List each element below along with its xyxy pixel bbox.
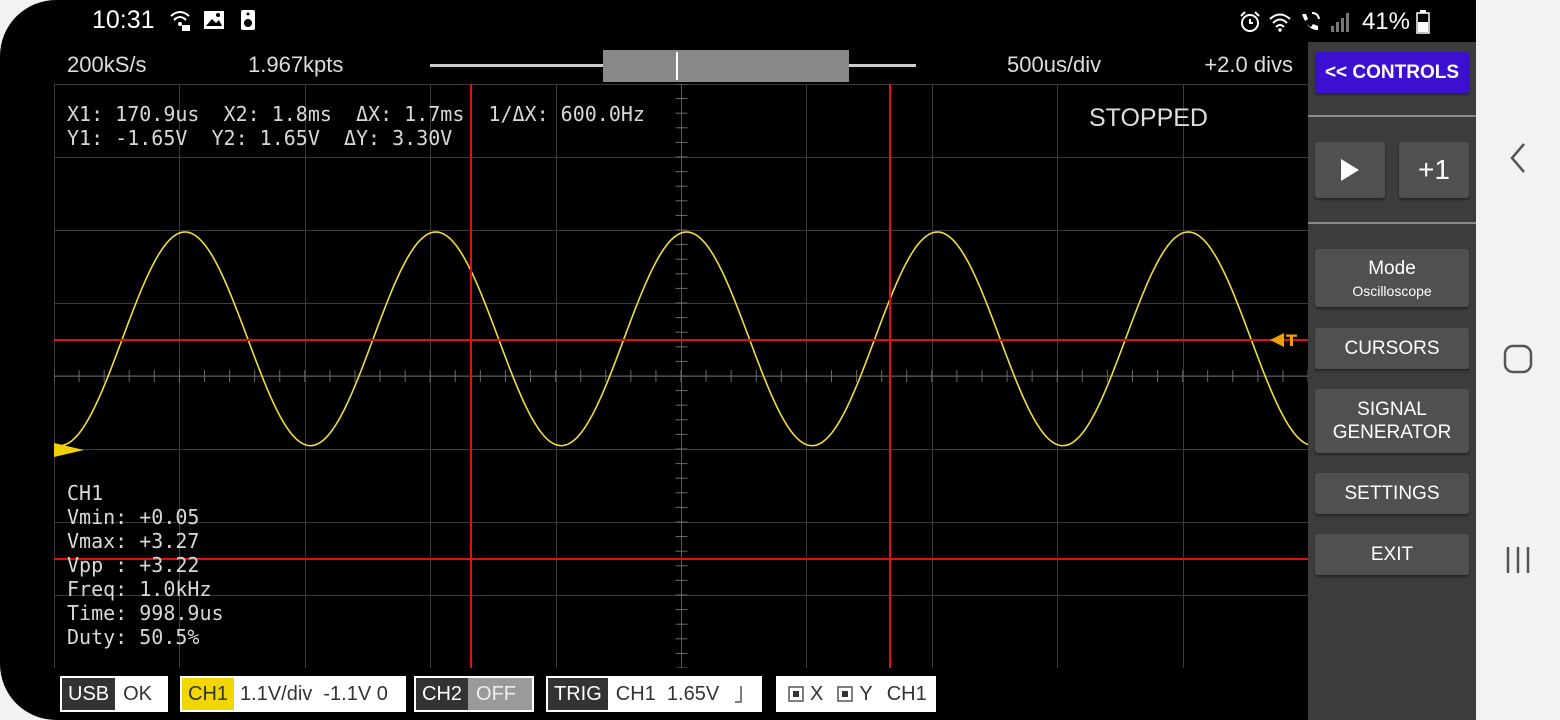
run-button[interactable] [1315, 142, 1385, 198]
measure-time: Time: 998.9us [67, 601, 224, 625]
point-count: 1.967kpts [248, 52, 344, 77]
cursors-button[interactable]: CURSORS [1315, 328, 1469, 369]
measure-freq: Freq: 1.0kHz [67, 577, 212, 601]
home-icon [1503, 344, 1533, 374]
nav-back-button[interactable] [1476, 142, 1560, 174]
cursor-readout-x: X1: 170.9us X2: 1.8ms ΔX: 1.7ms 1/ΔX: 60… [67, 102, 645, 126]
mode-label: Mode [1368, 257, 1416, 279]
wifi-icon [1269, 13, 1291, 32]
settings-button[interactable]: SETTINGS [1315, 473, 1469, 514]
controls-toggle-button[interactable]: << CONTROLS [1315, 52, 1469, 93]
image-icon [204, 11, 224, 29]
back-icon [1510, 143, 1525, 173]
trigger-settings[interactable]: TRIG CH1 1.65V [546, 676, 762, 712]
cursor-readout: X1: 170.9us X2: 1.8ms ΔX: 1.7ms 1/ΔX: 60… [67, 102, 645, 150]
mode-button[interactable]: Mode Oscilloscope [1315, 249, 1469, 307]
ch1-ground-marker[interactable] [54, 443, 84, 457]
measure-vmin: Vmin: +0.05 [67, 505, 200, 529]
channel-bar: USB OK CH1 1.1V/div -1.1V 0 CH2 OFF TRIG… [0, 676, 1308, 714]
play-icon [1341, 159, 1359, 181]
cursor-readout-y: Y1: -1.65V Y2: 1.65V ΔY: 3.30V [67, 126, 453, 150]
measurements: CH1 Vmin: +0.05 Vmax: +3.27 Vpp : +3.22 Freq… [67, 481, 224, 649]
xy-channel: CH1 [886, 682, 927, 705]
ch1-value: 1.1V/div -1.1V 0 [240, 682, 388, 705]
recents-icon [1506, 547, 1530, 573]
measure-vmax: Vmax: +3.27 [67, 529, 200, 553]
timebase: 500us/div [1007, 52, 1102, 77]
divider [1308, 222, 1476, 224]
horizontal-offset: +2.0 divs [1204, 52, 1293, 77]
ch2-label: CH2 [416, 678, 469, 710]
center-axes [54, 84, 1308, 668]
exit-button[interactable]: EXIT [1315, 534, 1469, 575]
mode-value: Oscilloscope [1352, 282, 1432, 299]
scroll-bar[interactable] [430, 50, 916, 84]
single-shot-button[interactable]: +1 [1399, 142, 1469, 198]
measure-duty: Duty: 50.5% [67, 625, 200, 649]
usb-status: USB OK [60, 676, 168, 712]
scroll-thumb[interactable] [603, 50, 849, 82]
xy-settings[interactable]: X Y CH1 [776, 676, 936, 712]
measure-vpp: Vpp : +3.22 [67, 553, 200, 577]
signal-generator-button[interactable]: SIGNAL GENERATOR [1315, 389, 1469, 453]
battery-icon [1416, 10, 1430, 34]
speaker-icon [241, 10, 255, 30]
nav-recents-button[interactable] [1476, 545, 1560, 575]
battery-percent: 41% [1361, 8, 1410, 35]
ch2-settings[interactable]: CH2 OFF [414, 676, 534, 712]
divider [1308, 115, 1476, 117]
y-checkbox-icon[interactable] [837, 686, 854, 702]
measure-channel: CH1 [67, 481, 104, 505]
run-state: STOPPED [1088, 104, 1208, 132]
signal-generator-line1: SIGNAL [1357, 399, 1427, 420]
svg-text:T: T [1286, 331, 1297, 350]
status-time: 10:31 [92, 6, 155, 34]
signal-icon [1330, 13, 1349, 32]
trig-value: CH1 1.65V [615, 682, 720, 705]
x-checkbox-icon[interactable] [788, 686, 804, 702]
controls-panel: << CONTROLS +1 Mode Oscilloscope CURSORS… [1308, 42, 1476, 720]
scope-display[interactable]: T [54, 84, 1308, 668]
trigger-marker[interactable]: T [1270, 331, 1297, 350]
x-label: X [810, 682, 824, 705]
nav-home-button[interactable] [1476, 344, 1560, 374]
wifi-call-icon [1301, 12, 1320, 31]
usb-value: OK [123, 682, 153, 705]
acquisition-bar: 200kS/s 1.967kpts 500us/div +2.0 divs [54, 42, 1308, 84]
trig-label: TRIG [548, 678, 608, 710]
wifi-share-icon [170, 11, 190, 31]
phone-screen: 10:31 41% 200kS/s 1.967kpts 500us/div +2… [0, 0, 1476, 720]
signal-generator-line2: GENERATOR [1332, 422, 1452, 443]
rising-edge-icon [735, 686, 742, 703]
usb-label: USB [62, 678, 116, 710]
ch1-settings[interactable]: CH1 1.1V/div -1.1V 0 [180, 676, 406, 712]
ch2-value: OFF [476, 682, 517, 705]
alarm-icon [1240, 11, 1260, 32]
ch1-label: CH1 [182, 678, 235, 710]
y-label: Y [859, 682, 873, 705]
status-bar: 10:31 41% [0, 0, 1476, 42]
sample-rate: 200kS/s [67, 52, 147, 77]
